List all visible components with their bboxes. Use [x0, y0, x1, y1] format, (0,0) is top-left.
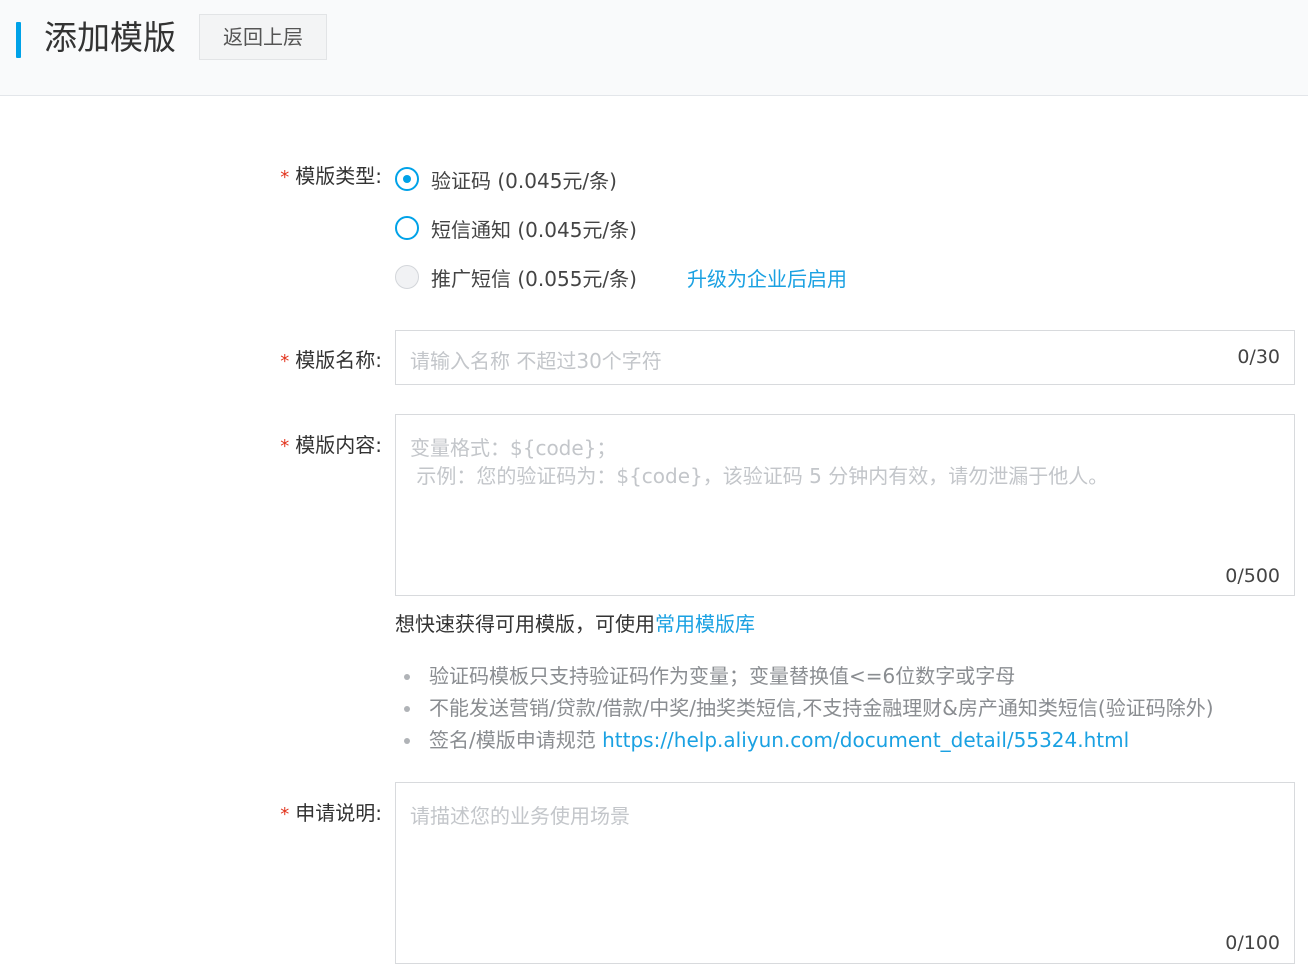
rule-text: 不能发送营销/贷款/借款/中奖/抽奖类短信,不支持金融理财&房产通知类短信(验证… — [429, 696, 1214, 720]
description-label-text: 申请说明: — [295, 801, 382, 825]
template-type-label-text: 模版类型: — [295, 164, 382, 188]
template-name-label-text: 模版名称: — [295, 348, 382, 372]
template-library-link[interactable]: 常用模版库 — [655, 612, 755, 636]
description-textarea[interactable]: 请描述您的业务使用场景 0/100 — [395, 782, 1295, 964]
upgrade-enterprise-link[interactable]: 升级为企业后启用 — [687, 263, 847, 292]
template-name-label: * 模版名称: — [0, 344, 382, 373]
radio-label: 短信通知 (0.045元/条) — [431, 217, 637, 242]
radio-disabled-icon — [395, 265, 419, 289]
template-library-hint: 想快速获得可用模版，可使用常用模版库 — [395, 608, 755, 637]
title-accent-bar — [16, 22, 21, 58]
required-mark: * — [280, 436, 290, 457]
rule-text: 签名/模版申请规范 — [429, 728, 603, 752]
description-counter: 0/100 — [1225, 932, 1280, 954]
radio-option-notification[interactable]: 短信通知 (0.045元/条) — [395, 213, 637, 243]
rule-item: 验证码模板只支持验证码作为变量；变量替换值<=6位数字或字母 — [404, 660, 1214, 692]
template-content-counter: 0/500 — [1225, 565, 1280, 587]
spec-doc-link[interactable]: https://help.aliyun.com/document_detail/… — [602, 728, 1129, 752]
radio-label: 验证码 (0.045元/条) — [431, 168, 617, 193]
radio-option-verification-code[interactable]: 验证码 (0.045元/条) — [395, 164, 617, 194]
back-button[interactable]: 返回上层 — [199, 14, 327, 60]
template-name-input[interactable]: 请输入名称 不超过30个字符 0/30 — [395, 330, 1295, 385]
template-content-label-text: 模版内容: — [295, 433, 382, 457]
template-content-label: * 模版内容: — [0, 429, 382, 458]
hint-text: 想快速获得可用模版，可使用 — [395, 612, 655, 636]
description-label: * 申请说明: — [0, 797, 382, 826]
page-header: 添加模版 返回上层 — [0, 0, 1308, 96]
radio-checked-icon[interactable] — [395, 167, 419, 191]
template-name-counter: 0/30 — [1237, 346, 1280, 368]
template-content-placeholder-line1: 变量格式：${code}； — [410, 436, 617, 460]
template-content-placeholder-line2: 示例：您的验证码为：${code}，该验证码 5 分钟内有效，请勿泄漏于他人。 — [410, 464, 1109, 488]
rule-item: 签名/模版申请规范 https://help.aliyun.com/docume… — [404, 724, 1214, 756]
required-mark: * — [280, 804, 290, 825]
radio-label: 推广短信 (0.055元/条) — [431, 266, 637, 291]
description-placeholder: 请描述您的业务使用场景 — [410, 804, 630, 828]
required-mark: * — [280, 167, 290, 188]
rules-list: 验证码模板只支持验证码作为变量；变量替换值<=6位数字或字母 不能发送营销/贷款… — [404, 660, 1214, 756]
page-title: 添加模版 — [44, 18, 176, 57]
template-content-textarea[interactable]: 变量格式：${code}； 示例：您的验证码为：${code}，该验证码 5 分… — [395, 414, 1295, 596]
required-mark: * — [280, 351, 290, 372]
rule-item: 不能发送营销/贷款/借款/中奖/抽奖类短信,不支持金融理财&房产通知类短信(验证… — [404, 692, 1214, 724]
rule-text: 验证码模板只支持验证码作为变量；变量替换值<=6位数字或字母 — [429, 664, 1016, 688]
radio-unchecked-icon[interactable] — [395, 216, 419, 240]
template-type-label: * 模版类型: — [0, 160, 382, 189]
radio-option-promotion: 推广短信 (0.055元/条) — [395, 262, 637, 292]
template-name-placeholder: 请输入名称 不超过30个字符 — [410, 349, 662, 373]
